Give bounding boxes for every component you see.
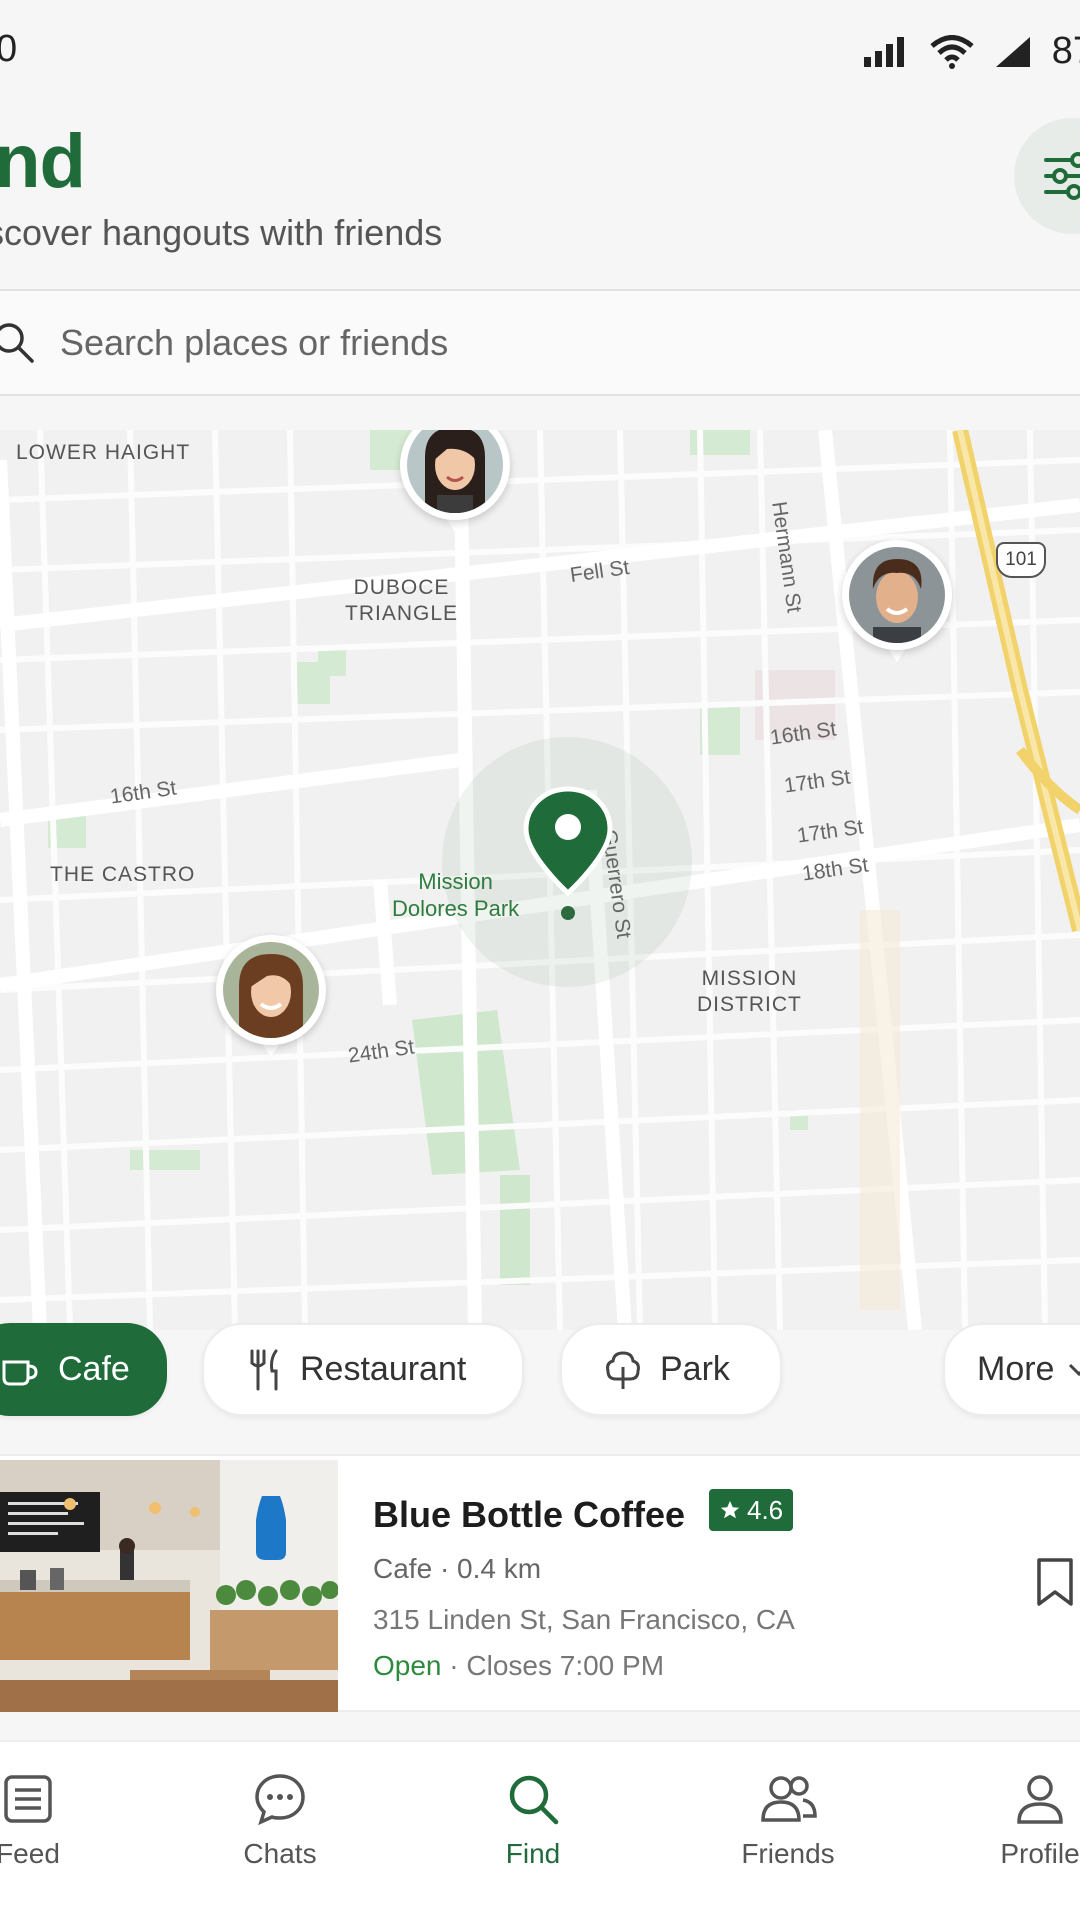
search-icon [509, 1775, 559, 1825]
area-label-duboce: DUBOCE TRIANGLE [345, 576, 459, 625]
area-label-lower-haight: LOWER HAIGHT [16, 441, 191, 464]
place-distance: 0.4 km [457, 1553, 542, 1584]
bottom-nav: Feed Chats Find Friends Profile [0, 1740, 1080, 1920]
sliders-icon [1044, 152, 1080, 200]
cell-icon [995, 36, 1030, 67]
place-hours: Open · Closes 7:00 PM [373, 1650, 664, 1682]
search-input[interactable] [60, 313, 960, 373]
place-meta: Cafe · 0.4 km [373, 1553, 541, 1585]
nav-item-profile[interactable]: Profile [960, 1772, 1080, 1870]
wifi-icon [930, 34, 974, 69]
avatar [223, 942, 319, 1038]
highway-shield: 101 [996, 542, 1046, 578]
nav-item-feed[interactable]: Feed [0, 1772, 108, 1870]
friend-pin-1[interactable] [400, 430, 510, 550]
status-icons: 87 [863, 30, 1080, 73]
friends-icon [761, 1776, 817, 1822]
current-location-pin-icon[interactable] [522, 785, 614, 897]
nav-label: Chats [243, 1838, 317, 1869]
avatar-image [223, 942, 319, 1038]
page-subtitle: scover hangouts with friends [0, 212, 443, 253]
rating-badge: 4.6 [709, 1489, 794, 1531]
chip-park[interactable]: Park [560, 1323, 782, 1416]
separator-dot: · [449, 1650, 467, 1681]
place-address: 315 Linden St, San Francisco, CA [373, 1604, 795, 1635]
battery-level: 87 [1051, 30, 1080, 72]
chip-label: Cafe [58, 1350, 130, 1388]
nav-item-chats[interactable]: Chats [200, 1772, 360, 1870]
place-name[interactable]: Blue Bottle Coffee [373, 1494, 685, 1536]
place-photo [0, 1460, 338, 1712]
tree-icon [606, 1350, 640, 1389]
feed-icon [4, 1775, 52, 1823]
open-status: Open [373, 1650, 442, 1681]
nav-label: Find [505, 1838, 561, 1869]
area-label-castro: THE CASTRO [50, 863, 196, 886]
chevron-down-icon [1069, 1363, 1080, 1376]
page-title: ind [0, 119, 86, 204]
star-icon [720, 1500, 740, 1519]
nav-item-find[interactable]: Find [453, 1772, 613, 1870]
friend-pin-2[interactable] [842, 540, 952, 680]
place-card[interactable]: Blue Bottle Coffee 4.6 Cafe · 0.4 km 315… [0, 1454, 1080, 1712]
nav-label: Friends [741, 1838, 835, 1869]
avatar-image [849, 547, 945, 643]
area-label-mission: MISSION DISTRICT [697, 967, 802, 1016]
current-location-dot [561, 906, 575, 920]
status-time: 0 [0, 28, 18, 70]
nav-item-friends[interactable]: Friends [708, 1772, 868, 1870]
chip-label: Park [660, 1350, 730, 1388]
nav-label: Profile [1000, 1838, 1080, 1869]
search-bar[interactable] [0, 289, 1080, 396]
status-bar: 0 87 [0, 0, 1080, 100]
chip-more[interactable]: More [943, 1323, 1080, 1416]
place-category: Cafe [373, 1553, 433, 1584]
avatar [849, 547, 945, 643]
chat-bubble-icon [255, 1774, 305, 1826]
bookmark-icon[interactable] [1035, 1556, 1075, 1608]
utensils-icon [250, 1349, 278, 1390]
nav-label: Feed [0, 1838, 60, 1869]
chip-label: Restaurant [300, 1350, 467, 1388]
chip-restaurant[interactable]: Restaurant [202, 1323, 524, 1416]
cup-icon [2, 1360, 38, 1385]
search-icon [0, 323, 34, 363]
cafe-interior-image [0, 1460, 338, 1712]
rating-value: 4.6 [747, 1494, 784, 1525]
friend-pin-3[interactable] [216, 935, 326, 1075]
chip-cafe[interactable]: Cafe [0, 1323, 167, 1416]
signal-icon [863, 36, 904, 67]
separator-dot: · [439, 1553, 458, 1584]
person-icon [1017, 1775, 1063, 1824]
closing-time: Closes 7:00 PM [466, 1650, 665, 1681]
map-view[interactable]: LOWER HAIGHT DUBOCE TRIANGLE THE CASTRO … [0, 430, 1080, 1330]
filter-button[interactable] [1014, 118, 1080, 234]
chip-label: More [977, 1350, 1055, 1388]
